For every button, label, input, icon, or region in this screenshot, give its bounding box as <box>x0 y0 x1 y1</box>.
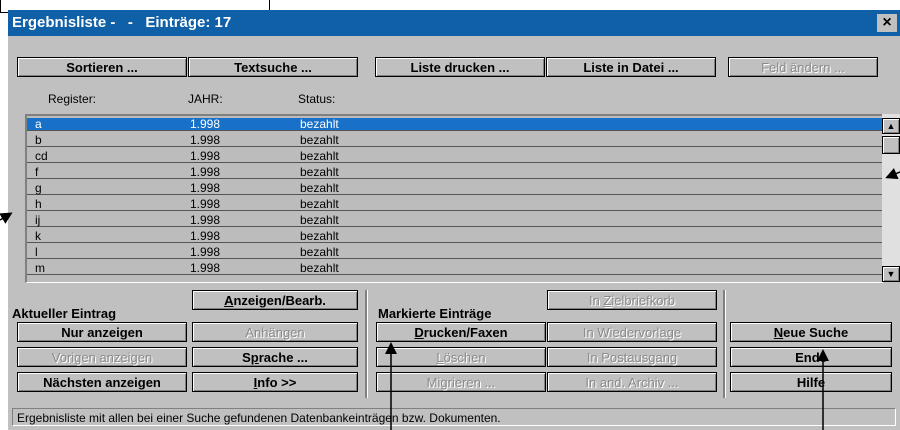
textsuche-button[interactable]: Textsuche ... <box>188 57 358 77</box>
cell-register: h <box>35 197 42 211</box>
column-header-jahr: JAHR: <box>188 92 223 106</box>
cell-status: bezahlt <box>300 245 339 259</box>
group-separator-right <box>723 290 726 398</box>
cell-register: f <box>35 165 39 179</box>
drucken-faxen-button[interactable]: Drucken/Faxen <box>376 322 546 342</box>
nur-anzeigen-button[interactable]: Nur anzeigen <box>17 322 187 342</box>
group-separator-left <box>365 290 368 398</box>
title-bar: Ergebnisliste - - Einträge: 17 × <box>8 10 900 36</box>
cell-status: bezahlt <box>300 229 339 243</box>
cell-status: bezahlt <box>300 181 339 195</box>
result-list-window: Ergebnisliste - - Einträge: 17 × Sortier… <box>8 10 900 430</box>
sprache-button[interactable]: Sprache ... <box>192 347 358 367</box>
table-row[interactable]: f 1.998 bezahlt <box>27 166 882 179</box>
close-button[interactable]: × <box>877 14 897 32</box>
cell-jahr: 1.998 <box>190 117 221 131</box>
column-header-register: Register: <box>48 92 97 106</box>
cell-status: bezahlt <box>300 149 339 163</box>
table-row[interactable]: k 1.998 bezahlt <box>27 230 882 243</box>
naechsten-anzeigen-button[interactable]: Nächsten anzeigen <box>17 372 187 392</box>
cell-jahr: 1.998 <box>190 197 221 211</box>
cell-jahr: 1.998 <box>190 229 221 243</box>
cell-status: bezahlt <box>300 133 339 147</box>
table-row[interactable]: b 1.998 bezahlt <box>27 134 882 147</box>
migrieren-button[interactable]: Migrieren ... <box>376 372 546 392</box>
cell-jahr: 1.998 <box>190 245 221 259</box>
cell-jahr: 1.998 <box>190 149 221 163</box>
cell-register: l <box>35 245 38 259</box>
info-button[interactable]: Info >> <box>192 372 358 392</box>
scroll-down-arrow-icon[interactable]: ▼ <box>882 266 900 282</box>
cell-status: bezahlt <box>300 117 339 131</box>
hilfe-button[interactable]: Hilfe <box>730 372 892 392</box>
anhaengen-button[interactable]: Anhängen <box>192 322 358 342</box>
feld-aendern-button[interactable]: Feld ändern ... <box>728 57 878 77</box>
table-row[interactable]: g 1.998 bezahlt <box>27 182 882 195</box>
cell-jahr: 1.998 <box>190 261 221 275</box>
cell-register: k <box>35 229 41 243</box>
cell-jahr: 1.998 <box>190 213 221 227</box>
table-row[interactable]: a 1.998 bezahlt <box>27 118 882 131</box>
window-title: Ergebnisliste - - Einträge: 17 <box>12 14 232 31</box>
vorigen-anzeigen-button[interactable]: Vorigen anzeigen <box>17 347 187 367</box>
ende-button[interactable]: Ende <box>730 347 892 367</box>
liste-in-datei-button[interactable]: Liste in Datei ... <box>546 57 716 77</box>
cell-register: a <box>35 117 42 131</box>
aktueller-eintrag-label: Aktueller Eintrag <box>12 306 117 321</box>
in-postausgang-button[interactable]: In Postausgang <box>547 347 717 367</box>
scroll-thumb[interactable] <box>882 136 900 154</box>
cell-register: g <box>35 181 42 195</box>
scroll-up-arrow-icon[interactable]: ▲ <box>882 118 900 134</box>
cell-register: cd <box>35 149 48 163</box>
cell-status: bezahlt <box>300 213 339 227</box>
liste-drucken-button[interactable]: Liste drucken ... <box>375 57 545 77</box>
sortieren-button[interactable]: Sortieren ... <box>17 57 187 77</box>
vertical-scrollbar[interactable]: ▲ ▼ <box>882 114 900 282</box>
cell-status: bezahlt <box>300 165 339 179</box>
cell-register: m <box>35 261 45 275</box>
in-and-archiv-button[interactable]: In and. Archiv ... <box>547 372 717 392</box>
anzeigen-bearbeiten-button[interactable]: Anzeigen/Bearb. <box>192 290 358 310</box>
neue-suche-button[interactable]: Neue Suche <box>730 322 892 342</box>
cell-register: b <box>35 133 42 147</box>
cell-register: ij <box>35 213 41 227</box>
cell-status: bezahlt <box>300 261 339 275</box>
result-list[interactable]: a 1.998 bezahlt b 1.998 bezahlt cd 1.998 bezahlt… <box>25 114 883 283</box>
cell-jahr: 1.998 <box>190 181 221 195</box>
in-wiedervorlage-button[interactable]: In Wiedervorlage <box>547 322 717 342</box>
table-row[interactable]: l 1.998 bezahlt <box>27 246 882 259</box>
cell-jahr: 1.998 <box>190 165 221 179</box>
table-row[interactable]: h 1.998 bezahlt <box>27 198 882 211</box>
loeschen-button[interactable]: Löschen <box>376 347 546 367</box>
table-row[interactable]: cd 1.998 bezahlt <box>27 150 882 163</box>
markierte-eintraege-label: Markierte Einträge <box>378 306 492 321</box>
table-row[interactable]: m 1.998 bezahlt <box>27 262 882 275</box>
status-bar: Ergebnisliste mit allen bei einer Suche … <box>12 408 896 426</box>
cell-status: bezahlt <box>300 197 339 211</box>
in-zielbriefkorb-button[interactable]: In Zielbriefkorb <box>547 290 717 310</box>
cell-jahr: 1.998 <box>190 133 221 147</box>
table-row[interactable]: ij 1.998 bezahlt <box>27 214 882 227</box>
column-header-status: Status: <box>298 92 336 106</box>
